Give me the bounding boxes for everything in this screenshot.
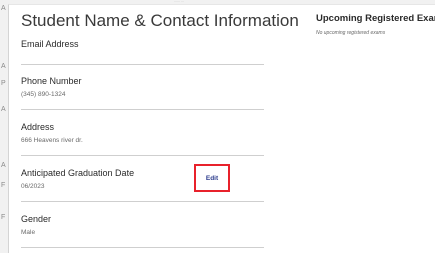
gender-label: Gender	[21, 214, 52, 224]
email-field: Email Address	[21, 39, 264, 54]
edit-graduation-date-button[interactable]: Edit	[196, 166, 228, 190]
partially-hidden-header-text: …… …	[174, 0, 184, 3]
clipped-sidebar-letter: F	[1, 214, 6, 221]
gender-field: Gender Male	[21, 214, 264, 236]
no-exams-message: No upcoming registered exams	[316, 30, 386, 36]
email-label: Email Address	[21, 39, 79, 49]
divider	[21, 64, 264, 65]
divider	[21, 201, 264, 202]
upcoming-exams-heading: Upcoming Registered Exams	[316, 13, 435, 24]
clipped-sidebar-letter: P	[1, 80, 6, 87]
divider	[21, 109, 264, 110]
clipped-sidebar-letter: A	[1, 63, 6, 70]
student-info-card: Student Name & Contact Information Email…	[8, 4, 435, 253]
clipped-sidebar-letter: A	[1, 5, 6, 12]
divider	[21, 155, 264, 156]
phone-field: Phone Number (345) 890-1324	[21, 76, 264, 98]
clipped-sidebar-letter: A	[1, 106, 6, 113]
page-title: Student Name & Contact Information	[21, 11, 299, 30]
edit-highlight-box: Edit	[194, 164, 230, 192]
address-value: 666 Heavens river dr.	[21, 137, 83, 144]
phone-label: Phone Number	[21, 76, 82, 86]
address-field: Address 666 Heavens river dr.	[21, 122, 264, 144]
gender-value: Male	[21, 229, 36, 236]
clipped-sidebar-letter: A	[1, 162, 6, 169]
phone-value: (345) 890-1324	[21, 91, 66, 98]
clipped-sidebar-letter: F	[1, 182, 6, 189]
address-label: Address	[21, 122, 55, 132]
divider	[21, 247, 264, 248]
